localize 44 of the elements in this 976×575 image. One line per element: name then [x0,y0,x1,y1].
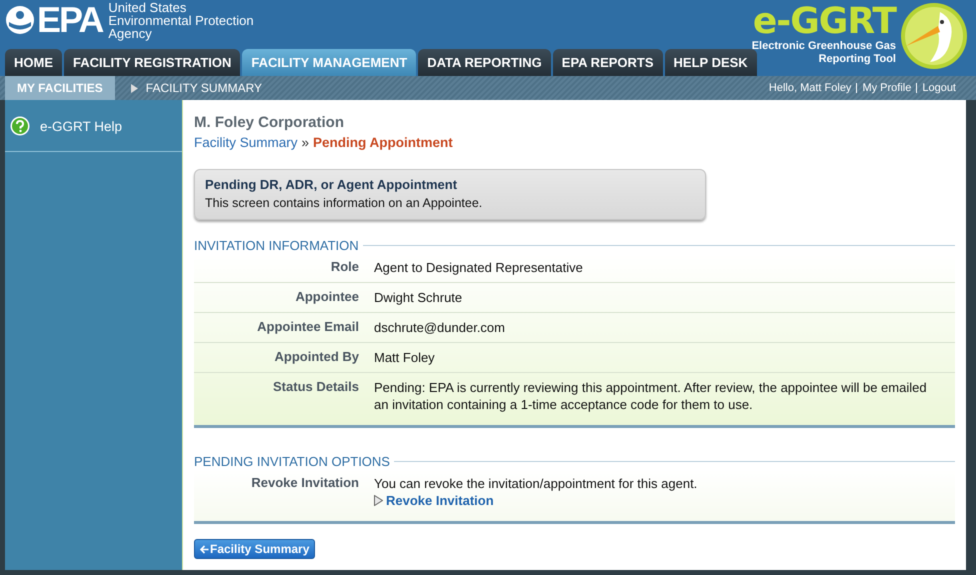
field-label: Role [330,259,360,276]
agency-name: Agency [108,26,153,40]
help-icon [10,116,30,136]
user-link[interactable]: Logout [922,82,956,94]
nav-tab[interactable]: FACILITY REGISTRATION [64,49,240,76]
section-heading: INVITATION INFORMATION [194,238,359,253]
back-button[interactable]: Facility Summary [194,539,316,559]
field-value: Matt Foley [374,349,435,366]
field-value: Pending: EPA is currently reviewing this appointment. After review, the appointee will be emailed an invitation containing a 1-time acceptance code for them to use. [374,379,928,413]
nav-tab[interactable]: DATA REPORTING [418,49,551,76]
arrow-left-icon [200,544,209,554]
organization-title: M. Foley Corporation [194,114,345,131]
app-subtitle: Reporting Tool [818,53,896,66]
notice-text: This screen contains information on an Appointee. [205,196,484,210]
field-label: Appointed By [274,349,360,366]
subnav-link[interactable]: FACILITY SUMMARY [146,81,262,95]
agency-logo-text: EPA [37,2,102,38]
field-label: Appointee [294,289,360,306]
greeting-text: Hello, Matt Foley [768,82,852,94]
user-link[interactable]: My Profile [862,82,912,94]
field-value: Dwight Schrute [374,289,462,306]
play-icon [374,495,383,506]
breadcrumb-link[interactable]: Facility Summary [194,135,298,150]
field-label: Appointee Email [256,319,360,336]
agency-name: United States [108,0,188,14]
sidebar-link[interactable]: e-GGRT Help [40,118,122,134]
breadcrumb-separator: » [302,135,310,150]
field-label: Revoke Invitation [250,475,360,492]
epa-logo-icon [5,5,35,35]
section-heading: PENDING INVITATION OPTIONS [194,454,390,469]
field-value: dschrute@dunder.com [374,319,505,336]
field-label: Status Details [272,379,360,396]
breadcrumb-current: Pending Appointment [313,135,453,150]
nav-tab[interactable]: FACILITY MANAGEMENT [242,49,416,76]
field-value: You can revoke the invitation/appointment for this agent. [374,475,698,492]
nav-tab[interactable]: EPA REPORTS [552,49,663,76]
agency-name: Environmental Protection [108,14,254,26]
notice-title: Pending DR, ADR, or Agent Appointment [205,177,458,192]
play-icon [130,84,138,92]
app-name: e-GGRT [752,4,896,40]
revoke-link[interactable]: Revoke Invitation [386,492,494,509]
field-value: Agent to Designated Representative [374,259,583,276]
nav-tab[interactable]: HOME [5,49,62,76]
nav-tab[interactable]: HELP DESK [664,49,757,76]
